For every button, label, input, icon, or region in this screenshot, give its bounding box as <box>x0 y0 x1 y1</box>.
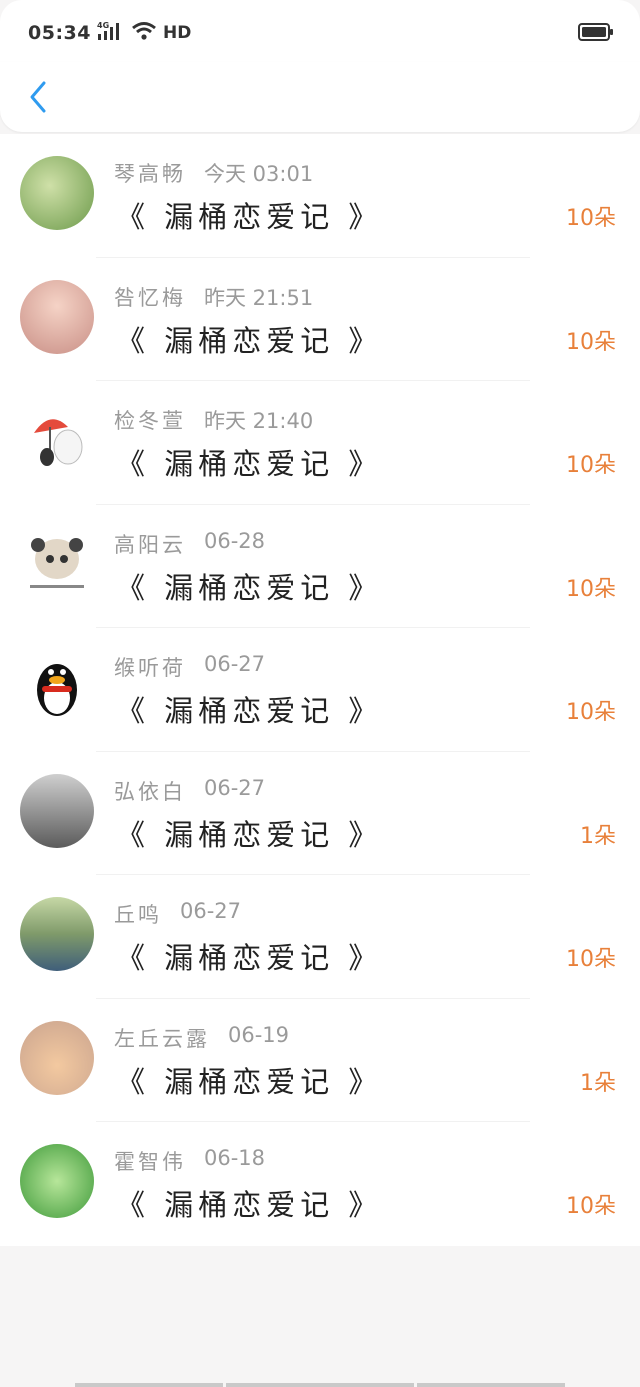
flower-count: 10朵 <box>566 576 616 602</box>
book-title: 《 漏桶恋爱记 》 <box>116 200 383 234</box>
gift-time: 昨天 21:40 <box>204 409 314 433</box>
gift-row[interactable]: 丘鸣 06-27 《 漏桶恋爱记 》 10朵 <box>0 875 640 999</box>
book-title: 《 漏桶恋爱记 》 <box>116 323 383 358</box>
battery-icon <box>578 23 614 45</box>
gift-list: 琴高畅 今天 03:01 《 漏桶恋爱记 》 10朵 咎忆梅 昨天 21:51 《 … <box>0 134 640 1246</box>
gift-row[interactable]: 高阳云 06-28 《 漏桶恋爱记 》 10朵 <box>0 505 640 628</box>
sender-name: 缑听荷 <box>114 656 186 680</box>
gift-row[interactable]: 霍智伟 06-18 《 漏桶恋爱记 》 10朵 <box>0 1122 640 1246</box>
flower-count: 10朵 <box>566 206 616 231</box>
book-title: 《 漏桶恋爱记 》 <box>116 447 383 481</box>
signal-icon: 4G <box>97 20 125 46</box>
sender-name: 检冬萱 <box>114 409 186 433</box>
sender-name: 左丘云露 <box>114 1026 210 1051</box>
gift-time: 今天 03:01 <box>204 162 314 186</box>
book-title: 《 漏桶恋爱记 》 <box>116 817 383 852</box>
book-title: 《 漏桶恋爱记 》 <box>116 694 383 728</box>
avatar[interactable] <box>20 897 94 971</box>
gift-row[interactable]: 左丘云露 06-19 《 漏桶恋爱记 》 1朵 <box>0 999 640 1122</box>
status-time: 05:34 <box>28 22 91 44</box>
avatar[interactable] <box>20 773 94 848</box>
avatar[interactable] <box>20 279 94 354</box>
gift-row[interactable]: 缑听荷 06-27 《 漏桶恋爱记 》 10朵 <box>0 628 640 752</box>
avatar[interactable] <box>20 156 94 230</box>
gift-row[interactable]: 弘依白 06-27 《 漏桶恋爱记 》 1朵 <box>0 752 640 875</box>
home-indicator <box>417 1383 565 1387</box>
home-indicator <box>75 1383 223 1387</box>
status-bar: 05:34 4G HD <box>0 0 640 62</box>
flower-count: 10朵 <box>566 453 616 478</box>
book-title: 《 漏桶恋爱记 》 <box>116 1188 383 1222</box>
status-left: 05:34 4G HD <box>28 20 191 46</box>
home-indicator <box>226 1383 414 1387</box>
gift-time: 06-27 <box>204 652 266 676</box>
avatar[interactable] <box>20 526 94 601</box>
book-title: 《 漏桶恋爱记 》 <box>116 1064 383 1099</box>
book-title: 《 漏桶恋爱记 》 <box>116 570 383 605</box>
sender-name: 咎忆梅 <box>114 285 186 310</box>
flower-count: 10朵 <box>566 947 616 972</box>
svg-text:4G: 4G <box>97 21 109 30</box>
sender-name: 弘依白 <box>114 779 186 804</box>
back-button[interactable] <box>18 76 58 118</box>
network-label: HD <box>162 23 192 43</box>
chevron-left-icon <box>30 81 46 113</box>
sender-name: 霍智伟 <box>114 1150 186 1174</box>
gift-time: 06-28 <box>204 528 266 553</box>
gift-time: 昨天 21:51 <box>204 285 314 310</box>
wifi-icon <box>131 21 157 45</box>
gift-time: 06-18 <box>204 1146 266 1170</box>
header-bar <box>0 62 640 132</box>
sender-name: 高阳云 <box>114 532 186 557</box>
gift-time: 06-19 <box>228 1022 290 1047</box>
avatar[interactable] <box>20 403 94 477</box>
gift-time: 06-27 <box>180 899 242 923</box>
avatar[interactable] <box>20 650 94 724</box>
gift-row[interactable]: 检冬萱 昨天 21:40 《 漏桶恋爱记 》 10朵 <box>0 381 640 505</box>
flower-count: 1朵 <box>580 823 616 849</box>
flower-count: 10朵 <box>566 329 616 355</box>
book-title: 《 漏桶恋爱记 》 <box>116 941 383 975</box>
gift-row[interactable]: 琴高畅 今天 03:01 《 漏桶恋爱记 》 10朵 <box>0 134 640 258</box>
flower-count: 10朵 <box>566 700 616 725</box>
avatar[interactable] <box>20 1144 94 1218</box>
sender-name: 丘鸣 <box>114 903 162 927</box>
gift-time: 06-27 <box>204 775 266 800</box>
flower-count: 1朵 <box>580 1070 616 1096</box>
gift-row[interactable]: 咎忆梅 昨天 21:51 《 漏桶恋爱记 》 10朵 <box>0 258 640 381</box>
avatar[interactable] <box>20 1020 94 1095</box>
sender-name: 琴高畅 <box>114 162 186 186</box>
flower-count: 10朵 <box>566 1194 616 1219</box>
